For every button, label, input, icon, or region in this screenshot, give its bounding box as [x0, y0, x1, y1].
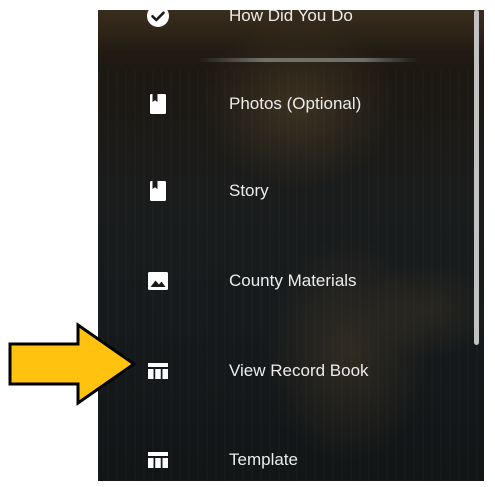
- check-circle-icon: [146, 10, 170, 28]
- menu-item-how-did-you-do[interactable]: How Did You Do: [98, 10, 468, 36]
- menu-item-label: Story: [229, 181, 269, 200]
- menu-item-county-materials[interactable]: County Materials: [98, 261, 468, 301]
- menu-item-label: How Did You Do: [229, 10, 353, 25]
- menu-item-label: Template: [229, 450, 298, 469]
- menu-item-photos-optional[interactable]: Photos (Optional): [98, 84, 468, 124]
- bookmark-book-icon: [146, 92, 170, 116]
- table-icon: [146, 359, 170, 383]
- navigation-drawer: How Did You Do Photos (Optional) Story C…: [98, 10, 484, 481]
- screenshot-stage: How Did You Do Photos (Optional) Story C…: [0, 0, 495, 487]
- menu-item-view-record-book[interactable]: View Record Book: [98, 351, 468, 391]
- menu-item-label: View Record Book: [229, 361, 369, 380]
- annotation-arrow-icon: [8, 322, 137, 406]
- table-icon: [146, 448, 170, 472]
- menu-item-template[interactable]: Template: [98, 440, 468, 480]
- menu-item-label: County Materials: [229, 271, 357, 290]
- background-shoreline: [198, 58, 418, 62]
- image-icon: [146, 269, 170, 293]
- bookmark-book-icon: [146, 179, 170, 203]
- drawer-scrollbar[interactable]: [470, 10, 484, 481]
- menu-item-story[interactable]: Story: [98, 171, 468, 211]
- scrollbar-thumb[interactable]: [474, 10, 479, 345]
- menu-item-label: Photos (Optional): [229, 94, 362, 113]
